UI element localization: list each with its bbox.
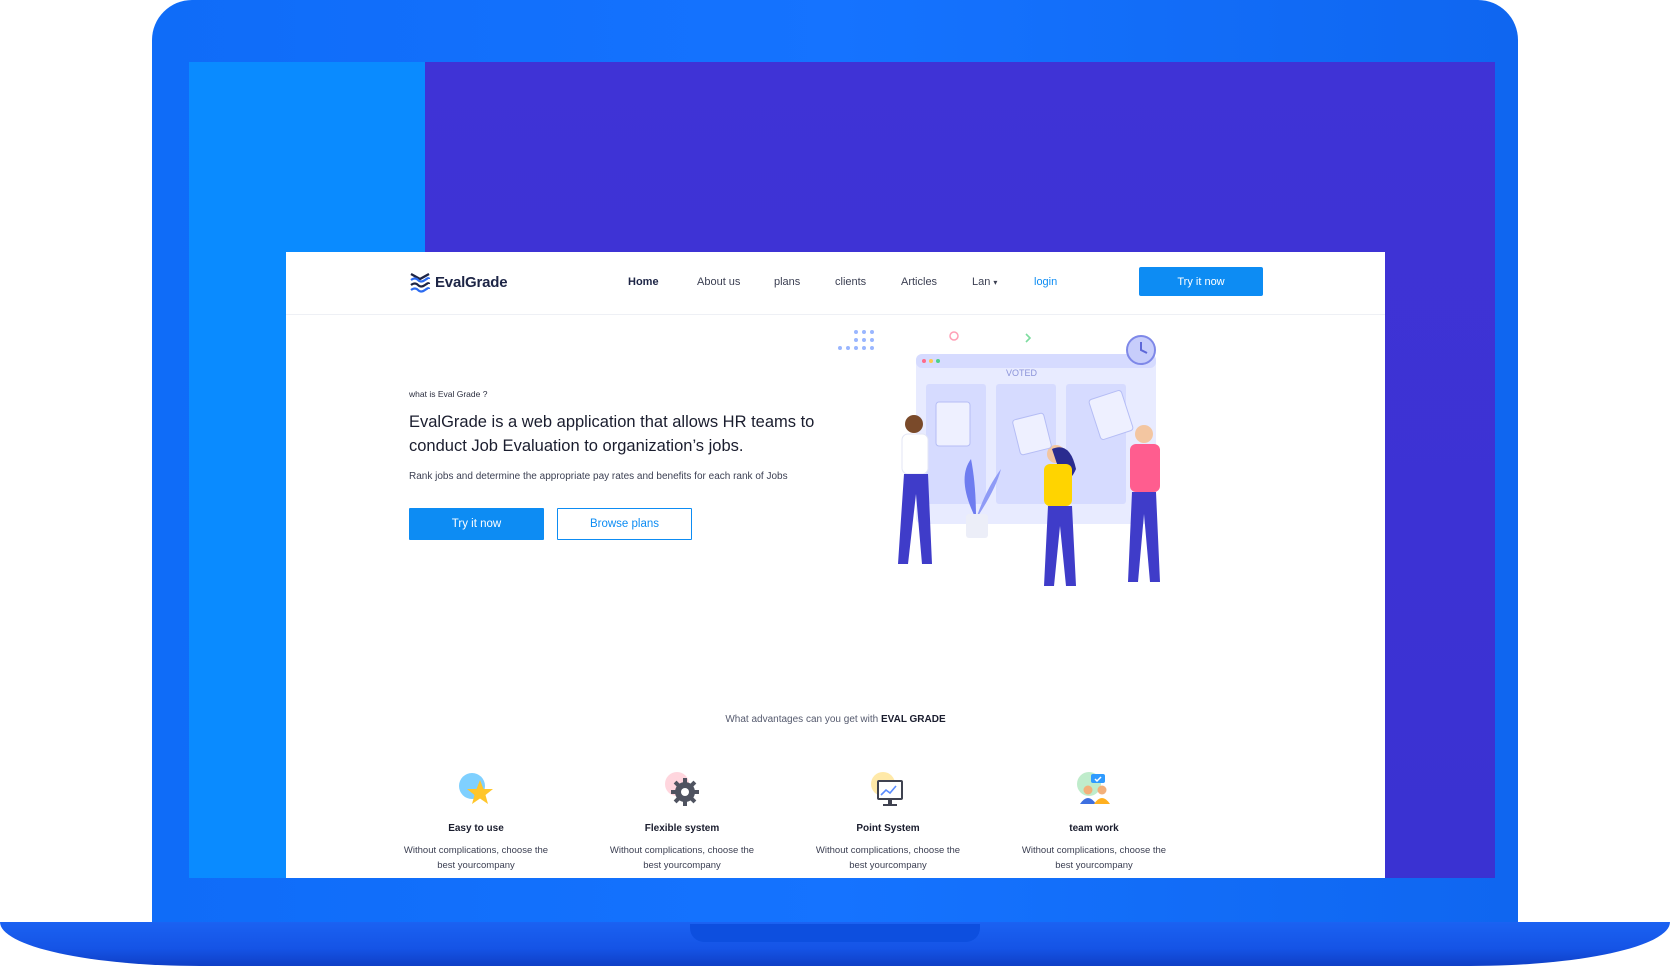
waves-logo-icon [410,272,431,293]
feature-title: team work [1069,823,1119,834]
feature-description: Without complications, choose the best y… [403,845,549,871]
nav-login-link[interactable]: login [1034,276,1057,288]
nav-link-plans[interactable]: plans [774,276,800,288]
hero-title: EvalGrade is a web application that allo… [409,413,815,455]
feature-description: Without complications, choose the best y… [1021,845,1167,871]
navbar: EvalGrade Home About us plans clients Ar… [286,252,1385,315]
nav-try-it-now-button[interactable]: Try it now [1139,267,1263,296]
nav-language-dropdown[interactable]: Lan ▾ [972,276,997,288]
feature-card-flexible-system: Flexible system Without complications, c… [592,770,772,873]
brand-name: EvalGrade [435,273,508,291]
feature-card-easy-to-use: Easy to use Without complications, choos… [386,770,566,873]
team-icon [1077,772,1110,804]
language-label: Lan [972,276,991,288]
nav-link-about[interactable]: About us [697,276,740,288]
feature-title: Flexible system [644,823,720,834]
gear-icon [665,772,699,806]
feature-card-point-system: Point System Without complications, choo… [798,770,978,873]
star-icon [459,773,493,804]
nav-link-home[interactable]: Home [625,275,659,288]
caret-down-icon: ▾ [993,278,998,287]
website-page: EvalGrade Home About us plans clients Ar… [286,252,1385,878]
nav-link-articles[interactable]: Articles [901,276,937,288]
hero-subtitle: Rank jobs and determine the appropriate … [409,471,788,482]
advantages-heading-brand: EVAL GRADE [881,714,946,725]
feature-card-team-work: team work Without complications, choose … [1004,770,1184,873]
voted-label: VOTED [1006,368,1038,378]
advantages-heading-text: What advantages can you get with [725,714,879,725]
browse-plans-button[interactable]: Browse plans [557,508,692,540]
monitor-chart-icon [871,772,903,806]
brand-logo[interactable]: EvalGrade [409,270,508,294]
hero-try-it-now-button[interactable]: Try it now [409,508,544,540]
nav-link-clients[interactable]: clients [835,276,866,288]
feature-description: Without complications, choose the best y… [815,845,961,871]
feature-title: Easy to use [448,823,504,834]
feature-description: Without complications, choose the best y… [609,845,755,871]
advantages-heading: What advantages can you get with EVAL GR… [286,714,1385,725]
hero-eyebrow: what is Eval Grade ? [409,389,488,399]
feature-title: Point System [856,823,920,834]
laptop-notch [690,924,980,942]
hero-illustration: VOTED [838,330,1160,586]
